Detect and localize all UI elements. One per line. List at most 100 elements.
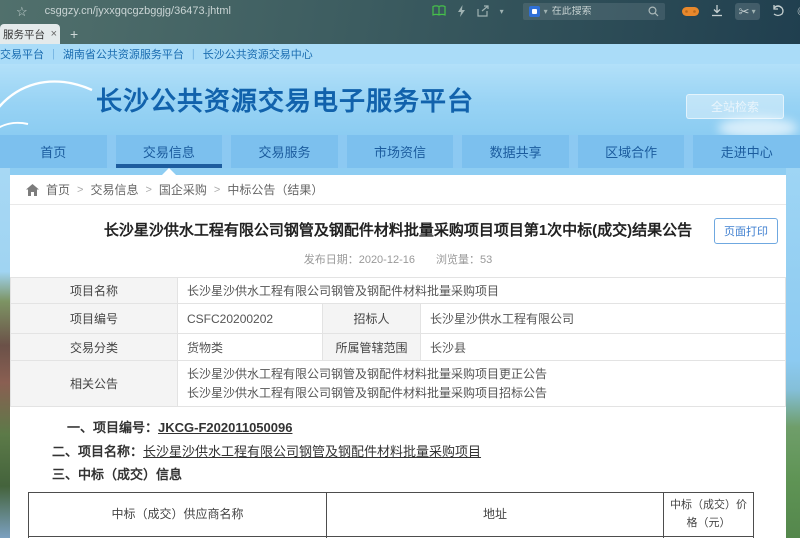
breadcrumb: 首页 > 交易信息 > 国企采购 > 中标公告（结果）	[10, 175, 786, 205]
browser-search-box[interactable]: ▾	[523, 3, 665, 20]
page-title: 长沙星沙供水工程有限公司钢管及钢配件材料批量采购项目项目第1次中标(成交)结果公…	[68, 220, 728, 241]
close-tab-icon[interactable]: ×	[51, 29, 57, 40]
section-label: 一、项目编号：	[67, 420, 158, 435]
nav-label: 区域合作	[605, 142, 657, 161]
nav-item-about-center[interactable]: 走进中心	[693, 135, 800, 168]
info-label: 项目名称	[11, 278, 178, 304]
info-value: 长沙星沙供水工程有限公司	[421, 304, 786, 334]
section-project-number: 一、项目编号：JKCG-F202011050096	[10, 416, 786, 439]
home-icon[interactable]	[26, 184, 39, 196]
col-header-price: 中标（成交）价格（元）	[664, 493, 754, 537]
info-value: CSFC20200202	[178, 304, 323, 334]
top-link-2[interactable]: 长沙公共资源交易中心	[203, 46, 313, 62]
scissors-chevron-icon[interactable]: ▾	[752, 7, 756, 16]
toolbar-icons: ▾	[432, 5, 504, 17]
crumb-home[interactable]: 首页	[46, 181, 70, 198]
crumb-result-announcement[interactable]: 中标公告（结果）	[227, 181, 323, 198]
nav-label: 交易信息	[143, 142, 195, 161]
table-row: 项目编号 CSFC20200202 招标人 长沙星沙供水工程有限公司	[11, 304, 786, 334]
article-header: 长沙星沙供水工程有限公司钢管及钢配件材料批量采购项目项目第1次中标(成交)结果公…	[10, 220, 786, 241]
download-icon[interactable]	[711, 5, 723, 17]
search-icon[interactable]	[648, 6, 659, 17]
info-value: 长沙星沙供水工程有限公司钢管及钢配件材料批量采购项目	[178, 278, 786, 304]
share-icon[interactable]	[477, 5, 489, 17]
info-label: 交易分类	[11, 334, 178, 361]
address-bar-row: ☆ csggzy.cn/jyxxgqcgzbggjg/36473.jhtml ▾…	[0, 0, 800, 22]
info-label: 所属管辖范围	[323, 334, 421, 361]
search-engine-icon[interactable]	[529, 6, 540, 17]
site-search-box[interactable]	[686, 94, 784, 119]
top-link-0[interactable]: 交易平台	[0, 46, 44, 62]
background-right-strip	[786, 168, 800, 538]
section-label: 三、中标（成交）信息	[52, 467, 182, 482]
chevron-down-icon[interactable]: ▾	[500, 7, 504, 16]
section-value: 长沙星沙供水工程有限公司钢管及钢配件材料批量采购项目	[143, 444, 481, 459]
nav-item-market-credit[interactable]: 市场资信	[347, 135, 454, 168]
info-label: 招标人	[323, 304, 421, 334]
section-award-info: 三、中标（成交）信息	[10, 463, 786, 486]
document-body: 一、项目编号：JKCG-F202011050096 二、项目名称：长沙星沙供水工…	[10, 416, 786, 486]
col-header-supplier: 中标（成交）供应商名称	[29, 493, 327, 537]
bookmark-star-icon[interactable]: ☆	[16, 5, 28, 18]
screenshot-tool[interactable]: ✂ ▾	[735, 3, 760, 20]
nav-label: 交易服务	[258, 142, 310, 161]
nav-label: 数据共享	[490, 142, 542, 161]
tab-title: 服务平台	[3, 27, 48, 42]
crumb-trade-info[interactable]: 交易信息	[90, 181, 138, 198]
tab-bar: 服务平台 × +	[0, 22, 800, 44]
related-announcement-link[interactable]: 长沙星沙供水工程有限公司钢管及钢配件材料批量采购项目招标公告	[187, 384, 776, 403]
table-row: 交易分类 货物类 所属管辖范围 长沙县	[11, 334, 786, 361]
section-value: JKCG-F202011050096	[158, 420, 292, 435]
table-header-row: 中标（成交）供应商名称 地址 中标（成交）价格（元）	[29, 493, 754, 537]
nav-label: 市场资信	[374, 142, 426, 161]
scissors-icon[interactable]: ✂	[739, 5, 750, 18]
table-row: 相关公告 长沙星沙供水工程有限公司钢管及钢配件材料批量采购项目更正公告 长沙星沙…	[11, 361, 786, 407]
background-left-strip	[0, 168, 10, 538]
browser-action-icons: ✂ ▾ ☾ + ≡	[682, 3, 800, 20]
info-label: 项目编号	[11, 304, 178, 334]
nav-item-trade-service[interactable]: 交易服务	[231, 135, 338, 168]
publish-date: 2020-12-16	[359, 254, 415, 266]
table-row: 项目名称 长沙星沙供水工程有限公司钢管及钢配件材料批量采购项目	[11, 278, 786, 304]
browser-search-input[interactable]	[552, 6, 644, 17]
nav-item-trade-info[interactable]: 交易信息	[116, 135, 223, 168]
gamepad-icon[interactable]	[682, 6, 699, 17]
related-announcement-link[interactable]: 长沙星沙供水工程有限公司钢管及钢配件材料批量采购项目更正公告	[187, 365, 776, 384]
moon-icon[interactable]: ☾	[797, 5, 800, 18]
reading-mode-icon[interactable]	[432, 5, 446, 17]
nav-item-home[interactable]: 首页	[0, 135, 107, 168]
browser-window: ☆ csggzy.cn/jyxxgqcgzbggjg/36473.jhtml ▾…	[0, 0, 800, 538]
engine-chevron-icon[interactable]: ▾	[544, 7, 548, 16]
main-nav: 首页 交易信息 交易服务 市场资信 数据共享 区域合作 走进中心	[0, 135, 800, 168]
site-logo-arc-icon	[0, 68, 94, 134]
top-link-1[interactable]: 湖南省公共资源服务平台	[63, 46, 184, 62]
browser-tab[interactable]: 服务平台 ×	[0, 24, 60, 44]
lightning-icon[interactable]	[457, 5, 466, 17]
nav-item-data-share[interactable]: 数据共享	[462, 135, 569, 168]
print-page-button[interactable]: 页面打印	[714, 218, 778, 244]
active-tab-pointer	[162, 168, 176, 175]
info-value: 货物类	[178, 334, 323, 361]
top-links-bar: 交易平台 | 湖南省公共资源服务平台 | 长沙公共资源交易中心	[0, 44, 800, 64]
browser-chrome: ☆ csggzy.cn/jyxxgqcgzbggjg/36473.jhtml ▾…	[0, 0, 800, 44]
info-value: 长沙星沙供水工程有限公司钢管及钢配件材料批量采购项目更正公告 长沙星沙供水工程有…	[178, 361, 786, 407]
link-separator: |	[52, 48, 55, 60]
new-tab-icon[interactable]: +	[70, 27, 78, 41]
views-count: 53	[480, 254, 492, 266]
info-label: 相关公告	[11, 361, 178, 407]
crumb-separator: >	[145, 184, 151, 196]
crumb-separator: >	[214, 184, 220, 196]
crumb-soe-procurement[interactable]: 国企采购	[159, 181, 207, 198]
address-bar[interactable]: csggzy.cn/jyxxgqcgzbggjg/36473.jhtml	[45, 5, 345, 17]
publish-info: 发布日期：2020-12-16 浏览量：53	[10, 251, 786, 267]
nav-item-regional-coop[interactable]: 区域合作	[578, 135, 685, 168]
award-result-table: 中标（成交）供应商名称 地址 中标（成交）价格（元） 湖南天卓管业有限公司 望城…	[28, 492, 754, 538]
info-value: 长沙县	[421, 334, 786, 361]
site-search-input[interactable]	[687, 95, 783, 118]
site-title: 长沙公共资源交易电子服务平台	[96, 81, 474, 118]
section-project-name: 二、项目名称：长沙星沙供水工程有限公司钢管及钢配件材料批量采购项目	[10, 440, 786, 463]
nav-label: 首页	[40, 142, 66, 161]
undo-icon[interactable]	[772, 5, 785, 17]
link-separator: |	[192, 48, 195, 60]
crumb-separator: >	[77, 184, 83, 196]
